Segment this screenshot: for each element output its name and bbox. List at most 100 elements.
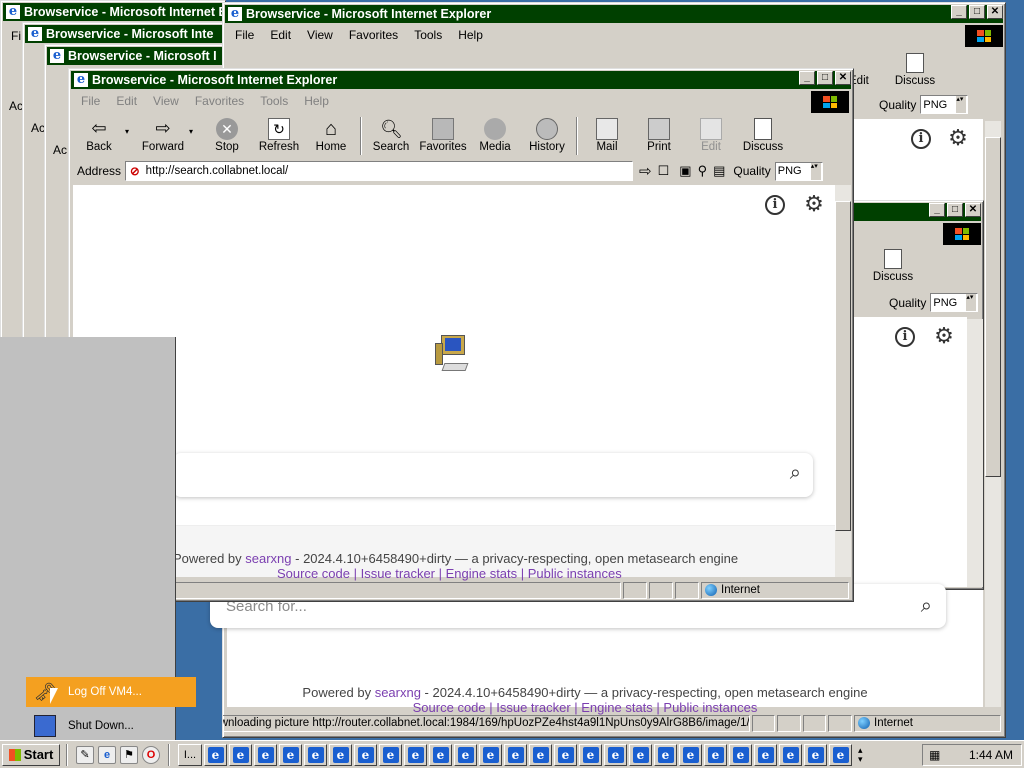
quality-select[interactable]: PNG [930,293,979,312]
title-bar[interactable]: e Browservice - Microsoft Internet Explor… [3,3,223,21]
title-bar[interactable]: e Browservice - Microsoft Internet Explo… [225,5,1003,23]
forward-dropdown-icon[interactable]: ▾ [189,127,201,136]
discuss-button[interactable]: Discuss [737,115,789,153]
discuss-button[interactable]: Discuss [889,51,941,87]
taskbar-ie-button[interactable]: e [204,743,227,766]
taskbar-ie-button[interactable]: e [704,743,727,766]
taskbar-button-i[interactable]: I... [178,743,202,766]
taskbar-ie-button[interactable]: e [429,743,452,766]
shutdown-menu-item[interactable]: Shut Down... [26,711,196,741]
taskbar-ie-button[interactable]: e [729,743,752,766]
info-icon[interactable]: i [911,129,931,149]
menu-view[interactable]: View [145,94,187,108]
menu-help[interactable]: Help [450,28,491,42]
refresh-button[interactable]: ↻ Refresh [253,115,305,153]
discuss-button[interactable]: Discuss [867,249,919,283]
search-button[interactable]: 🔍︎ Search [365,115,417,153]
taskbar-ie-button[interactable]: e [479,743,502,766]
menu-file[interactable]: File [73,94,108,108]
taskbar-scroll-arrows[interactable]: ▴ ▾ [858,745,863,764]
title-bar[interactable]: e Browservice - Microsoft Internet Explo… [71,71,851,89]
close-button[interactable]: ✕ [987,5,1003,19]
vertical-scrollbar[interactable] [985,121,1001,707]
bookmark-icon[interactable]: ☐ [658,163,670,179]
taskbar-ie-button[interactable]: e [454,743,477,766]
menu-favorites[interactable]: Favorites [187,94,252,108]
settings-gear-icon[interactable]: ⚙ [933,325,955,347]
search-icon[interactable]: ⌕ [921,595,932,618]
taskbar-ie-button[interactable]: e [579,743,602,766]
edit-button[interactable]: Edit [685,115,737,153]
back-dropdown-icon[interactable]: ▾ [125,127,137,136]
taskbar-ie-button[interactable]: e [554,743,577,766]
footer-links[interactable]: Source code | Issue tracker | Engine sta… [277,566,622,581]
vertical-scrollbar[interactable] [967,319,983,587]
taskbar-ie-button[interactable]: e [354,743,377,766]
taskbar-ie-button[interactable]: e [654,743,677,766]
address-input[interactable]: ⊘ http://search.collabnet.local/ [125,161,634,181]
info-icon[interactable]: i [765,195,785,215]
searxng-link[interactable]: searxng [245,551,291,566]
minimize-button[interactable]: _ [951,5,967,19]
quality-select[interactable]: PNG [774,161,823,181]
minimize-button[interactable]: _ [799,71,815,85]
maximize-button[interactable]: □ [947,203,963,217]
scroll-thumb[interactable] [835,201,851,531]
start-button[interactable]: Start [2,743,60,766]
settings-gear-icon[interactable]: ⚙ [803,193,825,215]
clock[interactable]: 1:44 AM [969,748,1013,762]
scroll-thumb[interactable] [985,137,1001,477]
menu-view[interactable]: View [299,28,341,42]
title-bar[interactable]: e Browservice - Microsoft I [47,47,231,65]
quality-select[interactable]: PNG [920,95,969,114]
print-button[interactable]: Print [633,115,685,153]
forward-button[interactable]: ⇨ Forward [137,115,189,153]
menu-edit[interactable]: Edit [262,28,299,42]
browser-window-front[interactable]: e Browservice - Microsoft Internet Explo… [68,68,854,602]
search-bar[interactable]: ⌕ [173,453,813,497]
taskbar-ie-button[interactable]: e [304,743,327,766]
taskbar-ie-button[interactable]: e [379,743,402,766]
quicklaunch-desktop-icon[interactable]: ✎ [76,745,94,764]
browser-window-mid[interactable]: _ □ ✕ Discuss Quality PNG i ⚙ [846,200,984,590]
taskbar-ie-button[interactable]: e [629,743,652,766]
menu-favorites[interactable]: Favorites [341,28,406,42]
history-button[interactable]: History [521,115,573,153]
maximize-button[interactable]: □ [817,71,833,85]
find-icon[interactable]: ⚲ [698,163,708,179]
taskbar-ie-button[interactable]: e [754,743,777,766]
taskbar-ie-button[interactable]: e [404,743,427,766]
vertical-scrollbar[interactable] [835,185,851,577]
menu-tools[interactable]: Tools [406,28,450,42]
favorites-button[interactable]: Favorites [417,115,469,153]
taskbar-ie-button[interactable]: e [679,743,702,766]
page-icon-2[interactable]: ▣ [679,163,691,179]
taskbar-ie-button[interactable]: e [804,743,827,766]
taskbar-ie-button[interactable]: e [279,743,302,766]
taskbar-ie-button[interactable]: e [254,743,277,766]
maximize-button[interactable]: □ [969,5,985,19]
settings-gear-icon[interactable]: ⚙ [947,127,969,149]
taskbar-ie-button[interactable]: e [504,743,527,766]
taskbar-ie-button[interactable]: e [779,743,802,766]
quicklaunch-network-icon[interactable]: ⚑ [120,745,138,764]
menu-help[interactable]: Help [296,94,337,108]
taskbar-ie-button[interactable]: e [329,743,352,766]
menu-tools[interactable]: Tools [252,94,296,108]
minimize-button[interactable]: _ [929,203,945,217]
quicklaunch-opera-icon[interactable]: O [142,745,160,764]
footer-links[interactable]: Source code | Issue tracker | Engine sta… [413,700,758,715]
media-button[interactable]: Media [469,115,521,153]
home-button[interactable]: ⌂ Home [305,115,357,153]
menu-file[interactable]: File [227,28,262,42]
close-button[interactable]: ✕ [835,71,851,85]
taskbar-ie-button[interactable]: e [529,743,552,766]
clipboard-icon[interactable]: ▤ [713,163,725,179]
mail-button[interactable]: Mail [581,115,633,153]
go-arrow-icon[interactable]: ⇨ [639,162,652,180]
searxng-link[interactable]: searxng [375,685,421,700]
taskbar-ie-button[interactable]: e [229,743,252,766]
back-button[interactable]: ⇦ Back [73,115,125,153]
close-button[interactable]: ✕ [965,203,981,217]
tray-network-icon[interactable]: ▦ [929,748,940,762]
